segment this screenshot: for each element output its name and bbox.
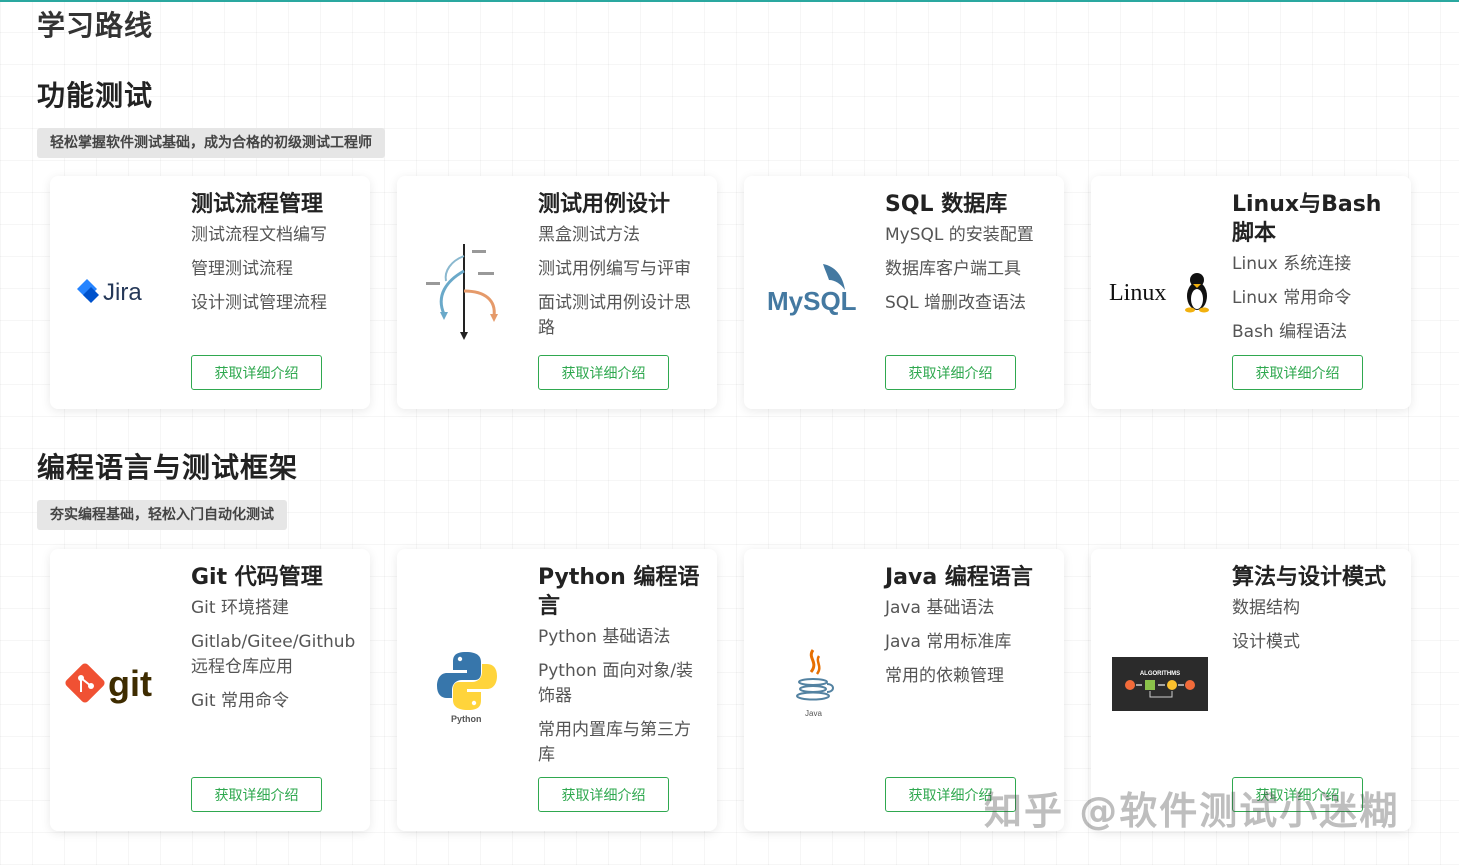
card-item: Git 环境搭建 — [191, 598, 289, 618]
test-flow-diagram-image — [411, 236, 521, 346]
section-tagline: 轻松掌握软件测试基础，成为合格的初级测试工程师 — [37, 128, 385, 158]
linux-logo: Linux — [1105, 236, 1215, 346]
card-title: 测试用例设计 — [538, 192, 671, 217]
card-item: Git 常用命令 — [191, 691, 289, 711]
get-details-button[interactable]: 获取详细介绍 — [191, 777, 322, 812]
course-card-test-process: Jira 测试流程管理 测试流程文档编写 管理测试流程 设计测试管理流程 获取详… — [50, 176, 370, 409]
svg-text:Java: Java — [805, 709, 822, 718]
top-accent-line — [0, 0, 1459, 2]
algorithms-image: ALGORITHMS — [1105, 629, 1215, 739]
git-icon: git — [65, 663, 152, 704]
card-item: 管理测试流程 — [191, 259, 293, 279]
card-item: Python 面向对象/装饰器 — [538, 661, 694, 706]
card-title: SQL 数据库 — [885, 192, 1008, 217]
course-card-linux-bash: Linux Linux与Bash脚本 Linux 系统连接 Linux 常用命令… — [1091, 176, 1411, 409]
card-item: Java 基础语法 — [885, 598, 995, 618]
svg-text:Linux: Linux — [1109, 280, 1166, 306]
algorithms-icon: ALGORITHMS — [1112, 657, 1208, 711]
course-card-sql: MySQL SQL 数据库 MySQL 的安装配置 数据库客户端工具 SQL 增… — [744, 176, 1064, 409]
jira-logo: Jira — [64, 236, 174, 346]
jira-icon: Jira — [77, 279, 142, 306]
svg-text:Jira: Jira — [103, 279, 142, 306]
card-item: 设计模式 — [1232, 632, 1300, 652]
java-logo: Java — [758, 629, 868, 739]
svg-text:Python: Python — [451, 714, 482, 724]
svg-text:ALGORITHMS: ALGORITHMS — [1140, 671, 1180, 677]
section-title: 功能测试 — [37, 79, 154, 112]
section-title: 编程语言与测试框架 — [37, 451, 299, 484]
card-item: Linux 系统连接 — [1232, 254, 1352, 274]
card-title: Git 代码管理 — [191, 565, 323, 590]
card-item: 测试流程文档编写 — [191, 225, 327, 245]
get-details-button[interactable]: 获取详细介绍 — [538, 355, 669, 390]
section-tagline: 夯实编程基础，轻松入门自动化测试 — [37, 500, 287, 530]
card-item: 常用的依赖管理 — [885, 666, 1004, 686]
card-item: MySQL 的安装配置 — [885, 225, 1034, 245]
course-card-python: Python Python 编程语言 Python 基础语法 Python 面向… — [397, 549, 717, 831]
card-item: 设计测试管理流程 — [191, 293, 327, 313]
git-logo: git — [64, 629, 174, 739]
page-title: 学习路线 — [37, 9, 154, 42]
python-logo: Python — [411, 629, 521, 739]
card-title: Java 编程语言 — [885, 565, 1033, 590]
get-details-button[interactable]: 获取详细介绍 — [885, 355, 1016, 390]
course-card-git: git Git 代码管理 Git 环境搭建 Gitlab/Gitee/Githu… — [50, 549, 370, 831]
card-item: 数据库客户端工具 — [885, 259, 1021, 279]
card-item: SQL 增删改查语法 — [885, 293, 1027, 313]
card-item: Linux 常用命令 — [1232, 288, 1352, 308]
tux-penguin-icon: Linux — [1109, 273, 1209, 313]
card-item: 面试测试用例设计思路 — [538, 293, 691, 338]
mysql-icon: MySQL — [767, 264, 857, 316]
course-card-test-case-design: 测试用例设计 黑盒测试方法 测试用例编写与评审 面试测试用例设计思路 获取详细介… — [397, 176, 717, 409]
card-item: Bash 编程语法 — [1232, 322, 1348, 342]
card-item: 常用内置库与第三方库 — [538, 720, 691, 765]
java-coffee-cup-icon: Java — [796, 649, 834, 718]
flowchart-icon — [426, 244, 498, 340]
card-item: Gitlab/Gitee/Github 远程仓库应用 — [191, 632, 356, 677]
get-details-button[interactable]: 获取详细介绍 — [1232, 355, 1363, 390]
svg-text:MySQL: MySQL — [767, 286, 857, 316]
get-details-button[interactable]: 获取详细介绍 — [191, 355, 322, 390]
python-icon: Python — [437, 652, 497, 724]
zhihu-watermark: 知乎 @软件测试小迷糊 — [984, 789, 1400, 833]
card-item: Java 常用标准库 — [885, 632, 1012, 652]
card-title: Python 编程语言 — [538, 565, 700, 619]
card-title: Linux与Bash脚本 — [1232, 192, 1382, 246]
card-item: 数据结构 — [1232, 598, 1300, 618]
card-title: 测试流程管理 — [191, 192, 324, 217]
mysql-logo: MySQL — [758, 236, 868, 346]
svg-text:git: git — [108, 663, 152, 704]
card-item: Python 基础语法 — [538, 627, 671, 647]
get-details-button[interactable]: 获取详细介绍 — [538, 777, 669, 812]
card-title: 算法与设计模式 — [1232, 565, 1387, 590]
card-item: 测试用例编写与评审 — [538, 259, 691, 279]
card-item: 黑盒测试方法 — [538, 225, 640, 245]
